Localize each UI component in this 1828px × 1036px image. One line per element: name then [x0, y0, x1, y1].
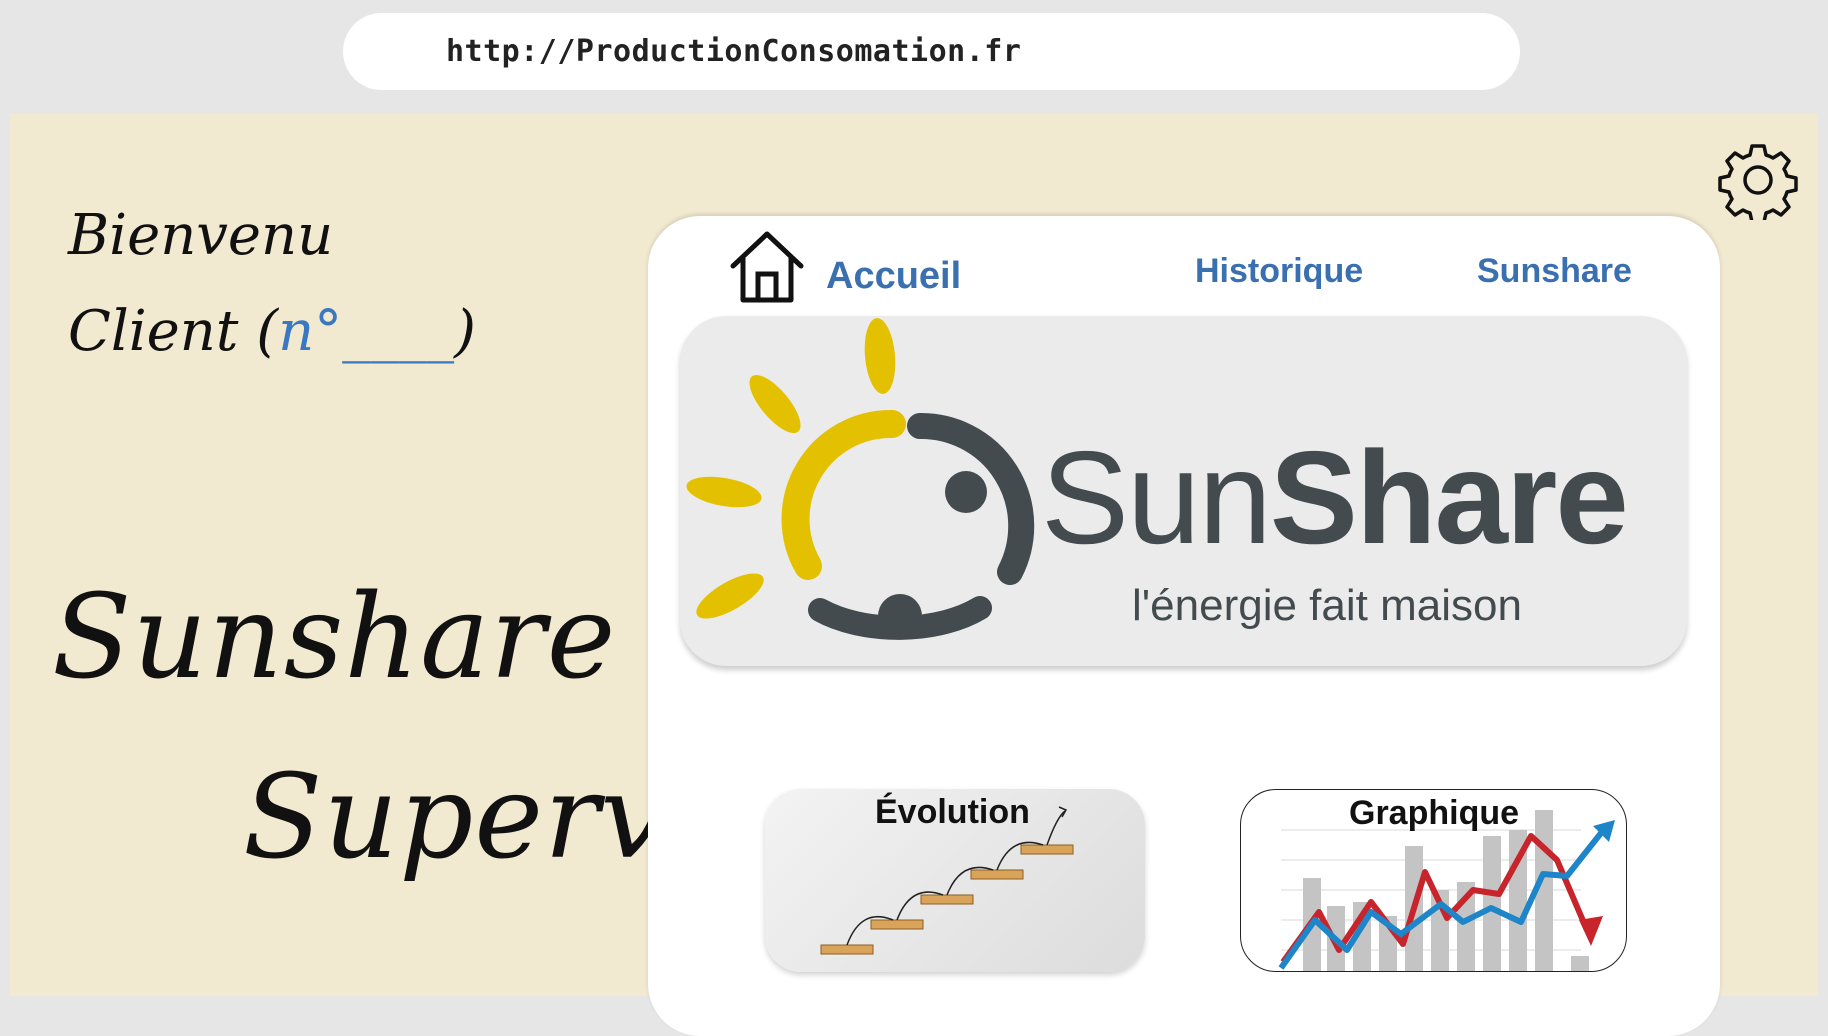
nav-history-link[interactable]: Historique	[1195, 252, 1363, 291]
logo-word-light: Sun	[1041, 424, 1272, 571]
sunshare-banner: SunShare l'énergie fait maison	[680, 316, 1687, 666]
nav-sunshare-link[interactable]: Sunshare	[1477, 252, 1632, 291]
graph-tile[interactable]: Graphique	[1240, 789, 1627, 972]
client-label: Client	[68, 299, 239, 364]
client-open-paren: (	[256, 299, 279, 364]
evolution-tile[interactable]: Évolution	[765, 789, 1145, 972]
address-url[interactable]: http://ProductionConsomation.fr	[446, 34, 1021, 69]
gear-icon[interactable]	[1718, 140, 1798, 224]
home-icon[interactable]	[727, 226, 807, 306]
evolution-title: Évolution	[875, 793, 1030, 831]
address-bar[interactable]: http://ProductionConsomation.fr	[343, 13, 1520, 90]
client-close-paren: )	[454, 299, 476, 364]
app-title-line1: Sunshare	[52, 570, 617, 705]
client-line: Client (n°____)	[68, 284, 476, 380]
nav-home-link[interactable]: Accueil	[826, 255, 961, 298]
logo-tagline: l'énergie fait maison	[1132, 581, 1522, 630]
sunshare-logo-mark	[686, 318, 1035, 640]
welcome-block: Bienvenu Client (n°____)	[68, 188, 476, 380]
logo-word-bold: Share	[1269, 424, 1629, 571]
client-number: n°____	[278, 299, 455, 364]
graph-title: Graphique	[1349, 794, 1520, 832]
logo-wordmark: SunShare	[1041, 432, 1629, 564]
welcome-text: Bienvenu	[68, 203, 334, 268]
